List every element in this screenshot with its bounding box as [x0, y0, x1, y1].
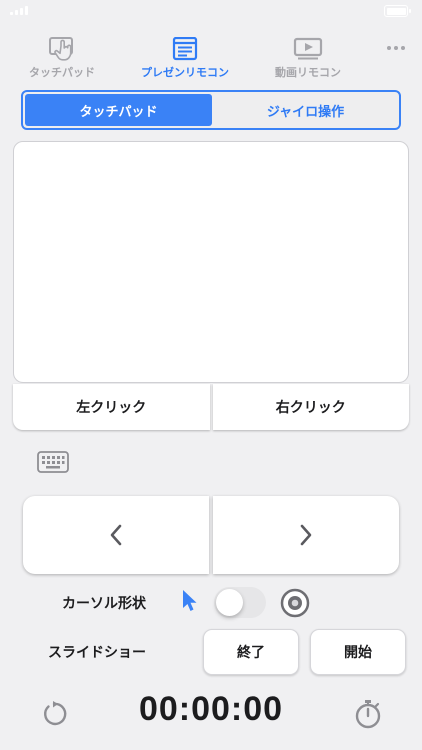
presentation-document-icon — [172, 36, 198, 62]
tab-video[interactable]: 動画リモコン — [248, 36, 368, 80]
tab-presentation-label: プレゼンリモコン — [141, 66, 229, 79]
touch-hand-icon — [47, 36, 77, 62]
tab-bar: タッチパッド プレゼンリモコン 動画リモコン — [0, 26, 422, 82]
tab-presentation[interactable]: プレゼンリモコン — [125, 36, 245, 80]
laser-pointer-icon — [280, 588, 310, 622]
cursor-arrow-icon — [181, 589, 199, 617]
cursor-shape-toggle[interactable] — [214, 587, 266, 618]
next-slide-button[interactable] — [213, 496, 399, 574]
video-play-icon — [293, 36, 323, 62]
slideshow-end-button[interactable]: 終了 — [203, 629, 299, 675]
tab-touchpad[interactable]: タッチパッド — [2, 36, 122, 80]
keyboard-icon[interactable] — [37, 451, 69, 477]
slideshow-start-button[interactable]: 開始 — [310, 629, 406, 675]
battery-icon — [384, 5, 411, 17]
status-bar — [0, 0, 422, 22]
left-click-button[interactable]: 左クリック — [13, 384, 210, 430]
right-click-button[interactable]: 右クリック — [212, 384, 409, 430]
slideshow-label: スライドショー — [48, 645, 146, 661]
cursor-shape-label: カーソル形状 — [62, 596, 146, 612]
chevron-left-icon — [110, 524, 122, 546]
segment-touchpad[interactable]: タッチパッド — [25, 94, 212, 126]
click-buttons: 左クリック 右クリック — [13, 384, 409, 430]
chevron-right-icon — [300, 524, 312, 546]
tab-video-label: 動画リモコン — [275, 66, 341, 79]
segment-gyro[interactable]: ジャイロ操作 — [212, 92, 399, 128]
slide-navigation — [23, 496, 399, 574]
signal-icon — [10, 6, 28, 15]
mode-segmented-control: タッチパッド ジャイロ操作 — [21, 90, 401, 130]
stopwatch-icon[interactable] — [354, 699, 382, 733]
more-dots-icon[interactable] — [384, 42, 408, 54]
tab-touchpad-label: タッチパッド — [29, 66, 95, 79]
previous-slide-button[interactable] — [23, 496, 209, 574]
touchpad-area[interactable] — [13, 141, 409, 383]
